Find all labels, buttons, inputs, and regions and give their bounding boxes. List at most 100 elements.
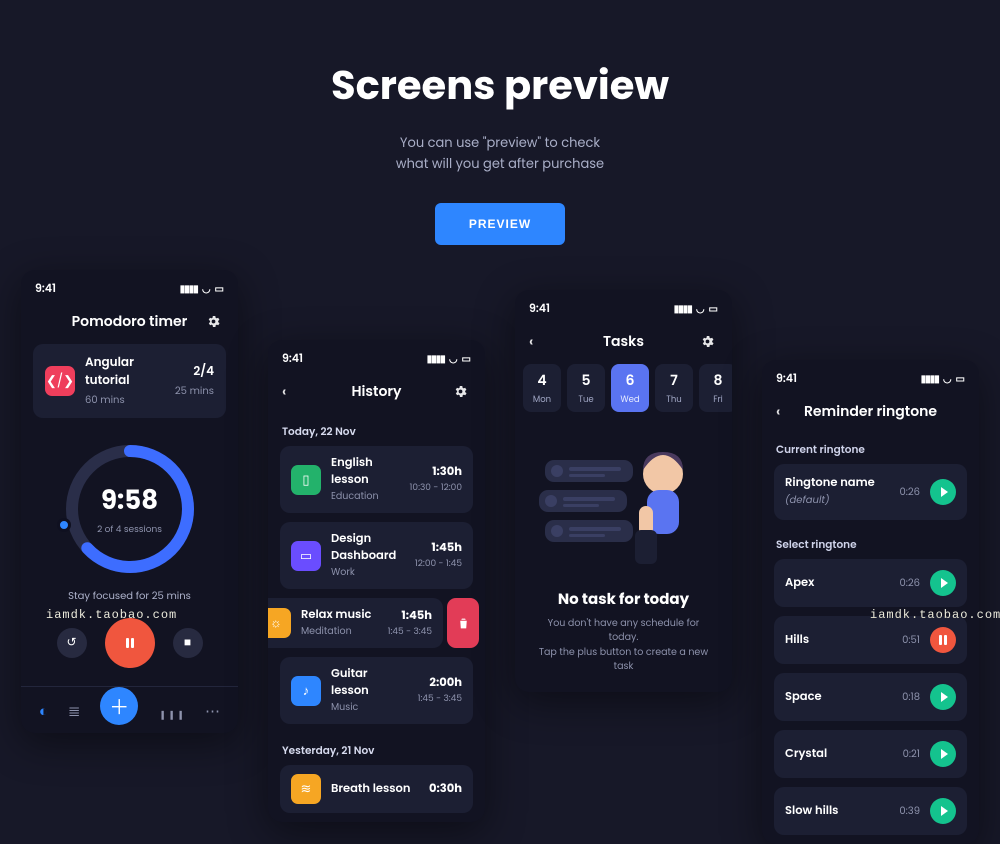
status-bar: 9:41 ▮▮▮▮ ◡ ▭ <box>21 270 238 301</box>
history-category: Music <box>331 701 408 715</box>
date-weekday: Fri <box>713 393 723 406</box>
ringtone-row[interactable]: Hills0:51 <box>774 616 967 664</box>
pause-button[interactable] <box>930 627 956 653</box>
play-button[interactable] <box>930 798 956 824</box>
timer-sessions: 2 of 4 sessions <box>97 524 162 537</box>
tab-settings-icon[interactable]: ⋯ <box>205 700 220 723</box>
reset-button[interactable]: ↺ <box>57 628 87 658</box>
pause-button[interactable] <box>105 618 155 668</box>
task-interval: 25 mins <box>175 383 214 399</box>
ringtone-duration: 0:21 <box>903 746 920 762</box>
ringtone-duration: 0:18 <box>902 689 920 705</box>
date-chip[interactable]: 6Wed <box>611 364 649 412</box>
delete-button[interactable] <box>447 598 479 648</box>
battery-icon: ▭ <box>956 371 965 387</box>
add-button[interactable]: ＋ <box>100 687 138 725</box>
date-chip[interactable]: 4Mon <box>523 364 561 412</box>
battery-icon: ▭ <box>215 281 224 297</box>
ringtone-name: Crystal <box>785 746 893 763</box>
date-number: 4 <box>537 370 546 391</box>
status-bar: 9:41 ▮▮▮▮ ◡ ▭ <box>268 340 485 371</box>
task-sub: 60 mins <box>85 392 165 408</box>
history-row[interactable]: ▯English lessonEducation1:30h10:30 - 12:… <box>280 446 473 513</box>
hero-sub-1: You can use "preview" to check <box>0 133 1000 154</box>
battery-icon: ▭ <box>709 301 718 317</box>
date-chip[interactable]: 8 Fri <box>699 364 732 412</box>
gear-icon[interactable] <box>206 314 224 329</box>
empty-sub-1: You don't have any schedule for today. <box>535 617 712 646</box>
hero-title: Screens preview <box>0 55 1000 115</box>
date-chip[interactable]: 7 Thu <box>655 364 693 412</box>
history-range: 12:00 - 1:45 <box>415 558 462 571</box>
gear-icon[interactable] <box>700 334 718 349</box>
status-bar: 9:41 ▮▮▮▮ ◡ ▭ <box>515 290 732 321</box>
ringtone-default-suffix: (default) <box>785 492 830 507</box>
history-duration: 0:30h <box>429 781 462 798</box>
signal-icon: ▮▮▮▮ <box>921 371 939 387</box>
history-duration: 1:45h12:00 - 1:45 <box>415 540 462 571</box>
ringtone-row[interactable]: Slow hills 0:39 <box>774 787 967 835</box>
history-range: 10:30 - 12:00 <box>410 482 462 495</box>
laptop-icon: ▭ <box>291 541 321 571</box>
history-category: Meditation <box>301 625 378 639</box>
wind-icon: ≋ <box>291 774 321 804</box>
history-range: 1:45 - 3:45 <box>418 693 462 706</box>
back-button[interactable]: ‹ <box>282 381 300 402</box>
tab-stats-icon[interactable]: ╻╻╻ <box>158 700 185 723</box>
play-button[interactable] <box>930 479 956 505</box>
ringtone-row[interactable]: Space 0:18 <box>774 673 967 721</box>
current-task-card[interactable]: ❮/❯ Angular tutorial 60 mins 2/4 25 mins <box>33 344 226 418</box>
history-category: Education <box>331 490 400 504</box>
signal-icon: ▮▮▮▮ <box>674 301 692 317</box>
play-button[interactable] <box>930 570 956 596</box>
current-ringtone-heading: Current ringtone <box>762 434 979 464</box>
back-button[interactable]: ‹ <box>776 401 794 422</box>
ringtone-name: Space <box>785 689 892 706</box>
history-title: English lesson <box>331 455 400 489</box>
ringtone-duration: 0:51 <box>902 632 920 648</box>
gear-icon[interactable] <box>453 384 471 399</box>
history-title: Breath lesson <box>331 781 419 798</box>
hero-sub-2: what will you get after purchase <box>0 154 1000 175</box>
page-title: Pomodoro timer <box>72 311 188 332</box>
play-button[interactable] <box>930 741 956 767</box>
back-button[interactable]: ‹ <box>529 331 547 352</box>
status-time: 9:41 <box>35 280 56 297</box>
tab-timer-icon[interactable]: ◐ <box>39 700 48 723</box>
history-row[interactable]: ▭Design DashboardWork1:45h12:00 - 1:45 <box>280 522 473 589</box>
history-duration: 1:30h10:30 - 12:00 <box>410 464 462 495</box>
history-title: Relax music <box>301 607 378 624</box>
ringtone-duration: 0:26 <box>899 575 920 591</box>
date-number: 7 <box>670 370 678 391</box>
phone-ringtone: 9:41 ▮▮▮▮ ◡ ▭ ‹ Reminder ringtone Curren… <box>762 360 979 844</box>
page-title: Tasks <box>603 331 644 352</box>
wifi-icon: ◡ <box>696 301 705 317</box>
signal-icon: ▮▮▮▮ <box>180 281 198 297</box>
date-chip[interactable]: 5Tue <box>567 364 605 412</box>
ringtone-duration: 0:39 <box>899 803 920 819</box>
wifi-icon: ◡ <box>449 351 458 367</box>
play-button[interactable] <box>930 684 956 710</box>
tab-list-icon[interactable]: ≣ <box>68 700 81 723</box>
ringtone-row[interactable]: Crystal 0:21 <box>774 730 967 778</box>
task-progress: 2/4 <box>175 363 214 381</box>
ringtone-name: Slow hills <box>785 803 889 820</box>
date-weekday: Thu <box>666 393 681 406</box>
ringtone-row[interactable]: Apex0:26 <box>774 559 967 607</box>
status-time: 9:41 <box>282 350 303 367</box>
code-icon: ❮/❯ <box>45 366 75 396</box>
date-number: 8 <box>713 370 722 391</box>
focus-hint: Stay focused for 25 mins <box>21 588 238 604</box>
phone-pomodoro: 9:41 ▮▮▮▮ ◡ ▭ Pomodoro timer ❮/❯ Angular… <box>21 270 238 733</box>
history-row[interactable]: ≋ Breath lesson 0:30h <box>280 765 473 813</box>
stop-button[interactable]: ■ <box>173 628 203 658</box>
history-row[interactable]: ♪Guitar lessonMusic2:00h1:45 - 3:45 <box>280 657 473 724</box>
preview-button[interactable]: PREVIEW <box>435 203 565 245</box>
status-time: 9:41 <box>776 370 797 387</box>
history-row[interactable]: ☼Relax musicMeditation1:45h1:45 - 3:45 <box>268 598 443 648</box>
current-ringtone-row[interactable]: Ringtone name (default) 0:26 <box>774 464 967 520</box>
wifi-icon: ◡ <box>202 281 211 297</box>
ringtone-name: Ringtone name <box>785 475 875 491</box>
today-label: Today, 22 Nov <box>268 414 485 446</box>
empty-title: No task for today <box>535 588 712 611</box>
